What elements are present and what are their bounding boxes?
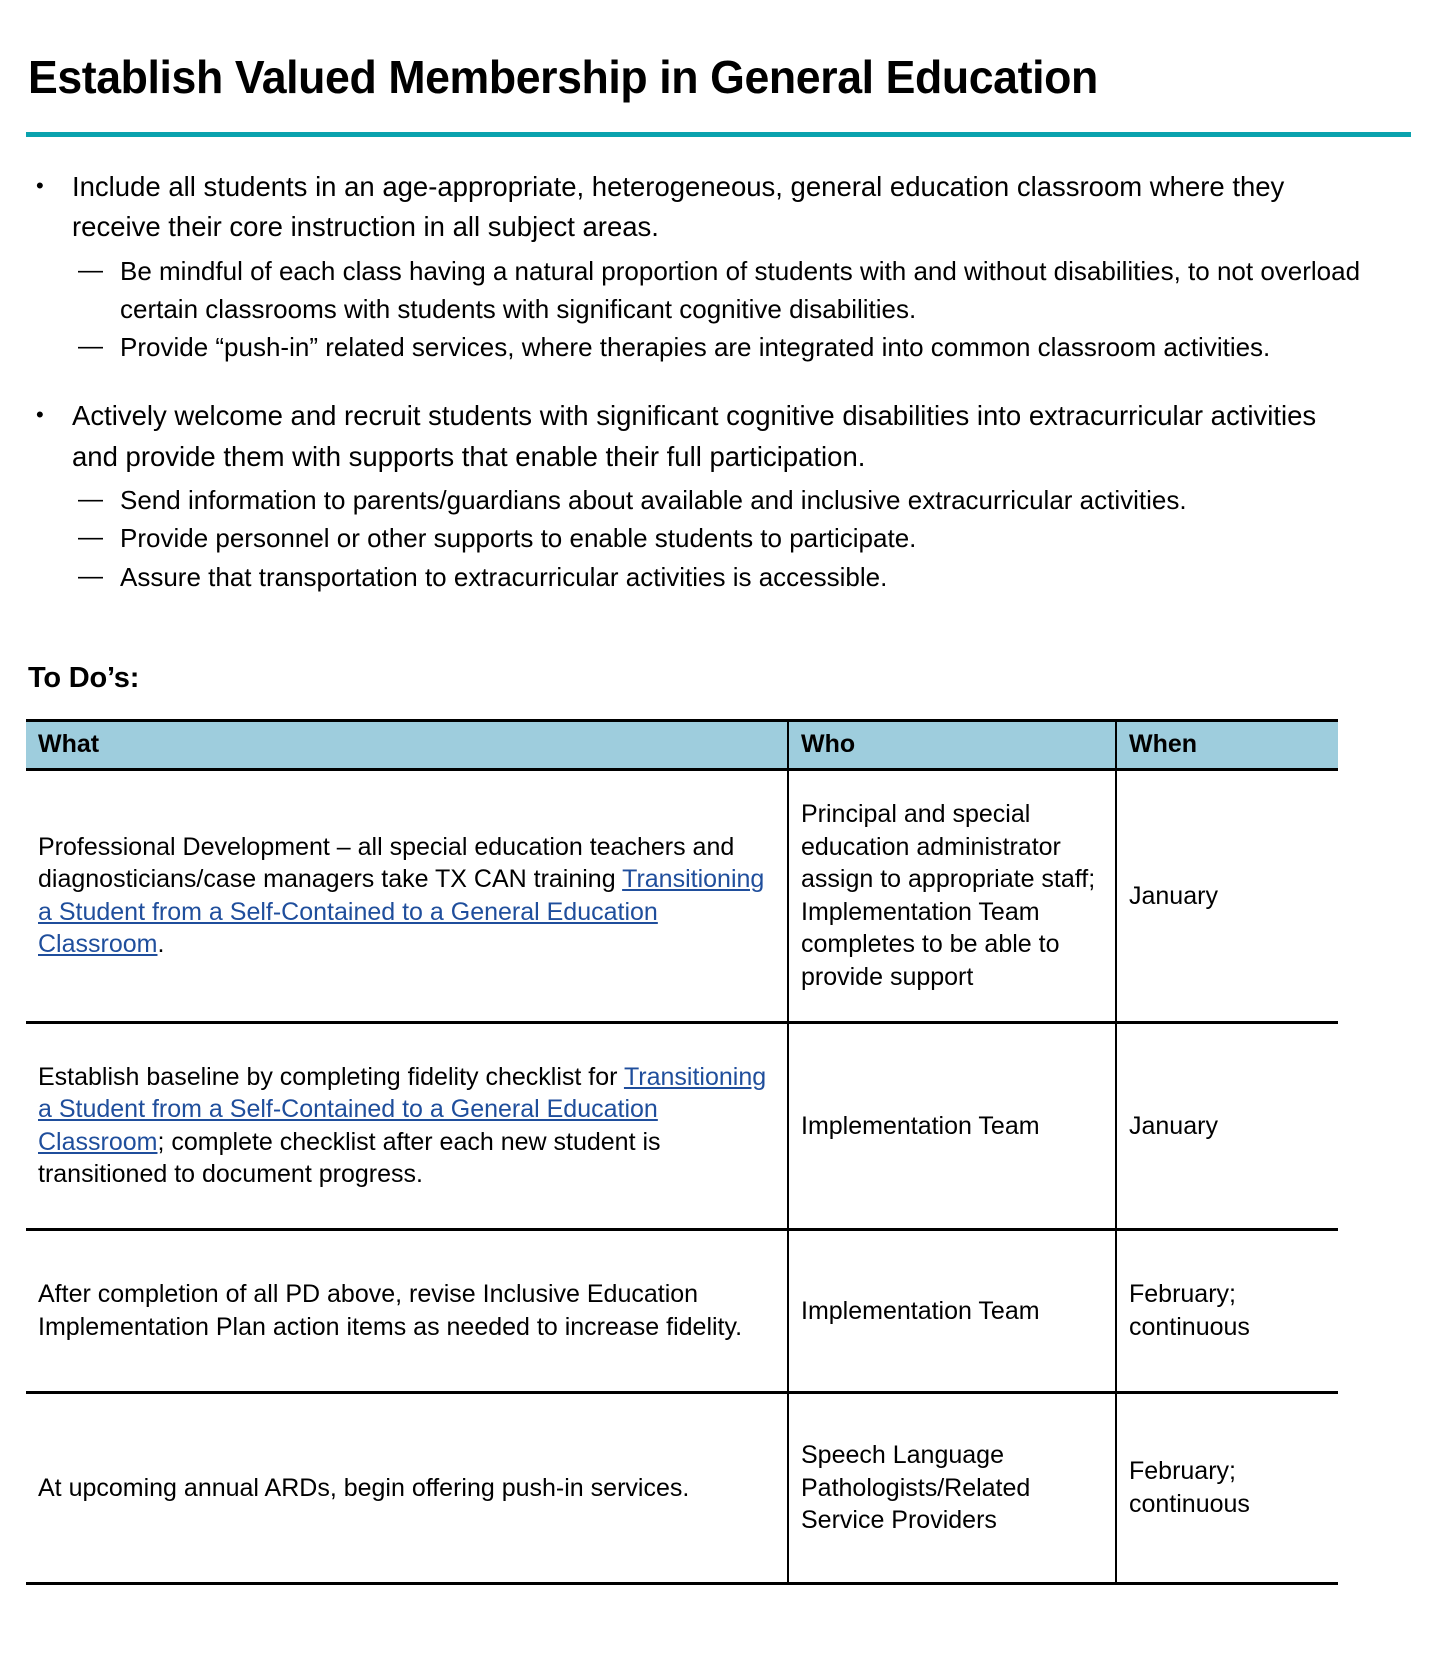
bullet-group: • Include all students in an age-appropr… [28, 167, 1414, 367]
sub-bullet-item: — Be mindful of each class having a natu… [72, 252, 1414, 328]
bullet-group: • Actively welcome and recruit students … [28, 396, 1414, 596]
column-header-who: Who [788, 718, 1117, 771]
sub-bullet-text: Provide personnel or other supports to e… [120, 523, 917, 554]
bullet-item: • Include all students in an age-appropr… [28, 167, 1414, 248]
bullet-item: • Actively welcome and recruit students … [28, 396, 1414, 477]
title-divider [26, 131, 1411, 137]
cell-what: At upcoming annual ARDs, begin offering … [26, 1392, 789, 1585]
cell-who: Principal and special education administ… [788, 769, 1117, 1024]
sub-bullet-item: — Provide personnel or other supports to… [72, 519, 1414, 557]
sub-bullet-text: Be mindful of each class having a natura… [120, 255, 1361, 324]
sub-bullet-text: Send information to parents/guardians ab… [120, 485, 1187, 516]
sub-bullet-text: Assure that transportation to extracurri… [120, 561, 888, 592]
dash-marker-icon: — [78, 485, 103, 514]
cell-what: After completion of all PD above, revise… [26, 1229, 789, 1394]
todo-heading: To Do’s: [28, 661, 140, 694]
cell-when: February; continuous [1116, 1392, 1338, 1585]
dash-marker-icon: — [78, 255, 103, 284]
dash-marker-icon: — [78, 561, 103, 590]
cell-what: Establish baseline by completing fidelit… [26, 1022, 789, 1231]
column-header-what: What [26, 718, 789, 771]
bullet-content: • Include all students in an age-appropr… [26, 167, 1414, 596]
cell-what: Professional Development – all special e… [26, 769, 789, 1024]
todo-table: What Who When Professional Development –… [26, 718, 1338, 1585]
table-row: After completion of all PD above, revise… [26, 1229, 1338, 1394]
bullet-marker-icon: • [36, 402, 44, 428]
cell-when: January [1116, 1022, 1338, 1231]
table-header: What Who When [26, 718, 1338, 771]
table-row: Establish baseline by completing fidelit… [26, 1022, 1338, 1231]
cell-who: Implementation Team [788, 1229, 1117, 1394]
cell-what-text-pre: Establish baseline by completing fidelit… [38, 1062, 624, 1091]
table-body: Professional Development – all special e… [26, 769, 1338, 1585]
table-header-row: What Who When [26, 718, 1338, 771]
cell-when: January [1116, 769, 1338, 1024]
sub-bullet-text: Provide “push-in” related services, wher… [120, 332, 1271, 363]
cell-when: February; continuous [1116, 1229, 1338, 1394]
table-row: Professional Development – all special e… [26, 769, 1338, 1024]
bullet-text: Include all students in an age-appropria… [72, 170, 1285, 243]
dash-marker-icon: — [78, 332, 103, 361]
sub-bullet-item: — Send information to parents/guardians … [72, 481, 1414, 519]
cell-who: Speech Language Pathologists/Related Ser… [788, 1392, 1117, 1585]
sub-bullet-item: — Assure that transportation to extracur… [72, 558, 1414, 596]
bullet-marker-icon: • [36, 172, 44, 198]
column-header-when: When [1116, 718, 1338, 771]
page-title: Establish Valued Membership in General E… [27, 50, 1098, 103]
sub-bullet-item: — Provide “push-in” related services, wh… [72, 328, 1414, 366]
cell-what-text-post: . [157, 930, 165, 959]
document-page: Establish Valued Membership in General E… [0, 31, 1440, 1661]
dash-marker-icon: — [78, 523, 103, 552]
table-row: At upcoming annual ARDs, begin offering … [26, 1392, 1338, 1585]
cell-who: Implementation Team [788, 1022, 1117, 1231]
bullet-text: Actively welcome and recruit students wi… [72, 400, 1317, 472]
